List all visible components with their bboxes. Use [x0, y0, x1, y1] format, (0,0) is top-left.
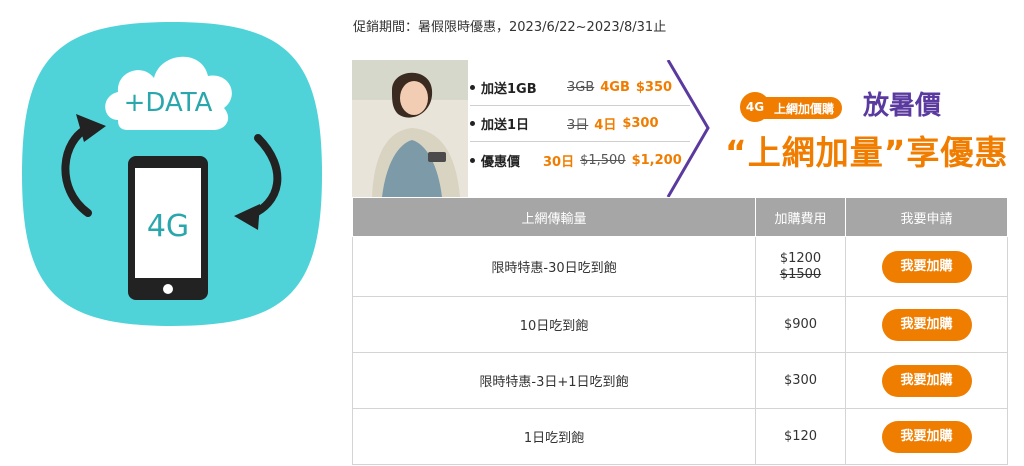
slogan-data-offer: “上網加量”享優惠 — [725, 133, 1006, 172]
table-header-row: 上網傳輸量 加購費用 我要申請 — [352, 197, 1008, 237]
plan-name: 限時特惠-30日吃到飽 — [352, 236, 756, 297]
buy-button[interactable]: 我要加購 — [881, 250, 972, 283]
table-row: 限時特惠-30日吃到飽 $1200 $1500 我要加購 — [352, 236, 1008, 297]
plan-price: $120 — [755, 408, 846, 465]
apply-cell: 我要加購 — [845, 408, 1008, 465]
offer-row-1gb: 加送1GB 3GB 4GB $350 — [470, 70, 690, 106]
offer-new-value: 4日 — [594, 118, 617, 133]
plan-price: $900 — [755, 296, 846, 353]
offer-days: 30日 — [543, 154, 575, 170]
plan-table: 上網傳輸量 加購費用 我要申請 限時特惠-30日吃到飽 $1200 $1500 … — [352, 197, 1008, 465]
offer-list: 加送1GB 3GB 4GB $350 加送1日 3日 4日 $300 優惠價 3… — [470, 70, 690, 178]
table-row: 限時特惠-3日+1日吃到飽 $300 我要加購 — [352, 352, 1008, 409]
phone-icon: 4G — [128, 156, 208, 300]
header-price: 加購費用 — [755, 197, 846, 237]
slogan-summer: 放暑價 — [863, 91, 942, 121]
offer-price: $300 — [622, 116, 659, 131]
offer-new-value: 4GB — [600, 80, 630, 95]
plan-price-cell: $1200 $1500 — [755, 236, 846, 297]
plan-old-price: $1500 — [779, 266, 822, 282]
offer-label: 加送1GB — [481, 82, 537, 97]
plan-price: $1200 — [779, 250, 822, 266]
plan-name: 1日吃到飽 — [352, 408, 756, 465]
bullet-icon — [470, 121, 475, 126]
promo-banner: 加送1GB 3GB 4GB $350 加送1日 3日 4日 $300 優惠價 3… — [352, 60, 1006, 197]
bullet-icon — [470, 157, 475, 163]
buy-button[interactable]: 我要加購 — [881, 364, 972, 397]
offer-old-value: 3GB — [567, 80, 595, 95]
plan-name: 10日吃到飽 — [352, 296, 756, 353]
offer-row-discount: 優惠價 30日 $1,500 $1,200 — [470, 142, 690, 178]
buy-button[interactable]: 我要加購 — [881, 420, 972, 453]
header-apply: 我要申請 — [845, 197, 1008, 237]
table-row: 1日吃到飽 $120 我要加購 — [352, 408, 1008, 465]
apply-cell: 我要加購 — [845, 296, 1008, 353]
addon-tag: 上網加價購 — [764, 97, 843, 119]
table-row: 10日吃到飽 $900 我要加購 — [352, 296, 1008, 353]
promo-period-text: 促銷期間：暑假限時優惠，2023/6/22~2023/8/31止 — [353, 20, 667, 35]
offer-old-value: 3日 — [567, 118, 589, 133]
banner-slogan: 上網加價購 4G 放暑價 “上網加量”享優惠 — [705, 60, 1006, 197]
phone-text: 4G — [147, 209, 189, 244]
cloud-text: +DATA — [124, 88, 213, 118]
apply-cell: 我要加購 — [845, 236, 1008, 297]
plan-price: $300 — [755, 352, 846, 409]
data-addon-app-icon: +DATA 4G — [22, 22, 322, 326]
buy-button[interactable]: 我要加購 — [881, 308, 972, 341]
woman-with-phone-image — [352, 60, 468, 197]
apply-cell: 我要加購 — [845, 352, 1008, 409]
bullet-icon — [470, 85, 475, 90]
offer-label: 加送1日 — [481, 118, 530, 133]
offer-row-1day: 加送1日 3日 4日 $300 — [470, 106, 690, 142]
header-data-volume: 上網傳輸量 — [352, 197, 756, 237]
plan-name: 限時特惠-3日+1日吃到飽 — [352, 352, 756, 409]
offer-old-price: $1,500 — [580, 152, 626, 168]
page: +DATA 4G 促銷期間：暑假限時優惠，2023/6/22~2023/8/31… — [0, 0, 1024, 466]
4g-badge: 4G — [740, 92, 770, 122]
offer-label: 優惠價 — [481, 154, 521, 170]
